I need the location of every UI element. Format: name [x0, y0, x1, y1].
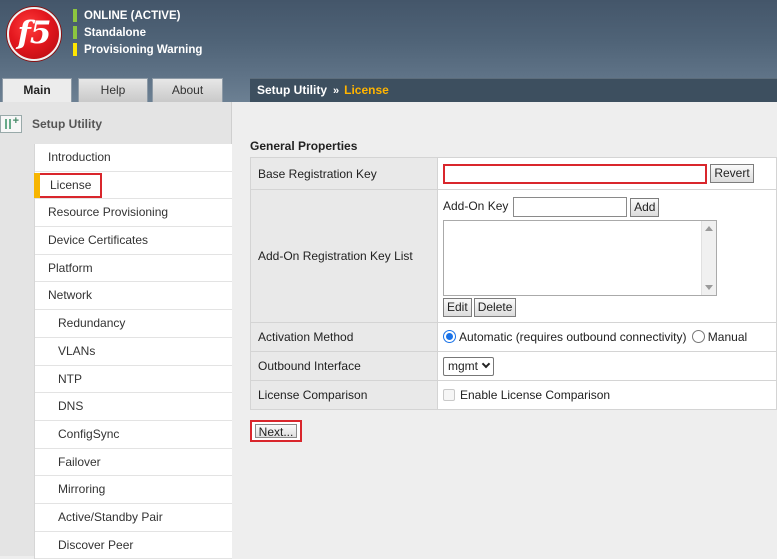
warning-indicator-icon	[73, 43, 77, 56]
breadcrumb-root: Setup Utility	[257, 83, 328, 97]
addon-key-label: Add-On Key	[443, 199, 509, 214]
sidebar-item-configsync[interactable]: ConfigSync	[35, 421, 232, 449]
status-text: Provisioning Warning	[84, 43, 203, 56]
sidebar-header: Setup Utility	[0, 115, 102, 133]
add-button[interactable]: Add	[630, 197, 660, 217]
activation-method-cell: Automatic (requires outbound connectivit…	[437, 322, 777, 352]
base-key-label: Base Registration Key	[250, 157, 438, 190]
revert-button[interactable]: Revert	[710, 164, 754, 183]
outbound-interface-select[interactable]: mgmt	[443, 356, 494, 376]
table-row: Activation Method Automatic (requires ou…	[250, 322, 777, 352]
sidebar-item-label: Active/Standby Pair	[58, 509, 163, 524]
status-text: Standalone	[84, 26, 146, 39]
textarea-scrollbar[interactable]	[701, 221, 716, 295]
system-status: ONLINE (ACTIVE) Standalone Provisioning …	[73, 7, 202, 58]
sidebar-item-label: Platform	[48, 260, 93, 275]
scroll-up-icon[interactable]	[705, 226, 713, 231]
delete-button[interactable]: Delete	[473, 298, 517, 317]
table-row: License Comparison Enable License Compar…	[250, 380, 777, 410]
sidebar-item-vlans[interactable]: VLANs	[35, 338, 232, 366]
select-value: mgmt	[448, 358, 478, 373]
sidebar-item-device-certificates[interactable]: Device Certificates	[35, 227, 232, 255]
next-button[interactable]: Next...	[255, 424, 297, 439]
enable-license-comparison-checkbox[interactable]	[443, 389, 455, 401]
breadcrumb: Setup Utility » License	[250, 78, 777, 102]
sidebar-item-failover[interactable]: Failover	[35, 449, 232, 477]
manual-radio[interactable]	[691, 330, 705, 343]
manual-option-label: Manual	[707, 330, 748, 344]
tab-help[interactable]: Help	[78, 78, 148, 102]
enable-license-comparison-label: Enable License Comparison	[460, 388, 611, 402]
breadcrumb-separator: »	[333, 85, 340, 97]
license-comparison-label: License Comparison	[250, 380, 438, 410]
sidebar: Setup Utility Introduction License Resou…	[0, 102, 232, 559]
sidebar-item-discover-peer[interactable]: Discover Peer	[35, 532, 232, 559]
edit-button[interactable]: Edit	[443, 298, 472, 317]
chevron-down-icon	[481, 359, 491, 368]
sidebar-item-label: DNS	[58, 399, 84, 414]
f5-logo: f5	[7, 7, 61, 61]
sidebar-item-label: VLANs	[58, 343, 96, 358]
sidebar-item-label: ConfigSync	[58, 426, 120, 441]
scroll-down-icon[interactable]	[705, 285, 713, 290]
breadcrumb-current: License	[344, 83, 389, 97]
automatic-option-label: Automatic (requires outbound connectivit…	[459, 330, 687, 344]
addon-key-list-textarea[interactable]	[443, 220, 717, 296]
addon-key-cell: Add-On Key Add Edit Delete	[437, 189, 777, 323]
base-key-cell: Revert	[437, 157, 777, 190]
outbound-interface-label: Outbound Interface	[250, 351, 438, 381]
status-standalone: Standalone	[73, 24, 202, 41]
status-indicator-icon	[73, 26, 77, 39]
sidebar-item-platform[interactable]: Platform	[35, 255, 232, 283]
outbound-interface-cell: mgmt	[437, 351, 777, 381]
sidebar-item-redundancy[interactable]: Redundancy	[35, 310, 232, 338]
sidebar-item-resource-provisioning[interactable]: Resource Provisioning	[35, 199, 232, 228]
tab-about[interactable]: About	[152, 78, 223, 102]
expand-collapse-icon[interactable]	[0, 115, 22, 133]
sidebar-item-introduction[interactable]: Introduction	[35, 144, 232, 172]
sidebar-item-label: Redundancy	[58, 316, 126, 331]
sidebar-item-label: Introduction	[48, 150, 111, 164]
sidebar-item-ntp[interactable]: NTP	[35, 366, 232, 394]
general-properties-table: Base Registration Key Revert Add-On Regi…	[250, 157, 777, 410]
sidebar-item-label: Mirroring	[58, 482, 106, 497]
logo-text: f5	[17, 15, 52, 51]
sidebar-nav: Introduction License Resource Provisioni…	[34, 144, 232, 559]
table-row: Add-On Registration Key List Add-On Key …	[250, 189, 777, 323]
next-button-highlight: Next...	[250, 420, 302, 442]
sidebar-item-network[interactable]: Network	[35, 282, 232, 311]
status-provisioning-warning: Provisioning Warning	[73, 41, 202, 58]
sidebar-item-active-standby-pair[interactable]: Active/Standby Pair	[35, 504, 232, 532]
table-row: Outbound Interface mgmt	[250, 351, 777, 381]
sidebar-item-label: License	[37, 172, 103, 198]
sidebar-item-license[interactable]: License	[34, 172, 232, 200]
sidebar-item-label: Resource Provisioning	[48, 205, 169, 220]
sidebar-item-label: Failover	[58, 454, 101, 469]
section-title: General Properties	[250, 139, 358, 153]
status-online: ONLINE (ACTIVE)	[73, 7, 202, 24]
sidebar-item-label: Device Certificates	[48, 233, 149, 248]
sidebar-title: Setup Utility	[32, 117, 103, 131]
addon-key-actions: Edit Delete	[443, 298, 776, 317]
status-indicator-icon	[73, 9, 77, 22]
addon-key-input[interactable]	[512, 197, 627, 217]
sidebar-item-dns[interactable]: DNS	[35, 393, 232, 421]
automatic-radio[interactable]	[443, 330, 456, 343]
addon-key-row: Add-On Key Add	[443, 197, 776, 217]
sidebar-item-mirroring[interactable]: Mirroring	[35, 476, 232, 504]
sidebar-item-label: Discover Peer	[58, 537, 134, 552]
activation-method-label: Activation Method	[250, 322, 438, 352]
base-registration-key-input[interactable]	[443, 163, 707, 184]
status-text: ONLINE (ACTIVE)	[84, 9, 181, 22]
sidebar-item-label: Network	[48, 288, 93, 303]
sidebar-item-label: NTP	[58, 371, 82, 386]
license-comparison-cell: Enable License Comparison	[437, 380, 777, 410]
tab-main[interactable]: Main	[2, 78, 72, 103]
addon-key-list-label: Add-On Registration Key List	[250, 189, 438, 323]
table-row: Base Registration Key Revert	[250, 157, 777, 190]
